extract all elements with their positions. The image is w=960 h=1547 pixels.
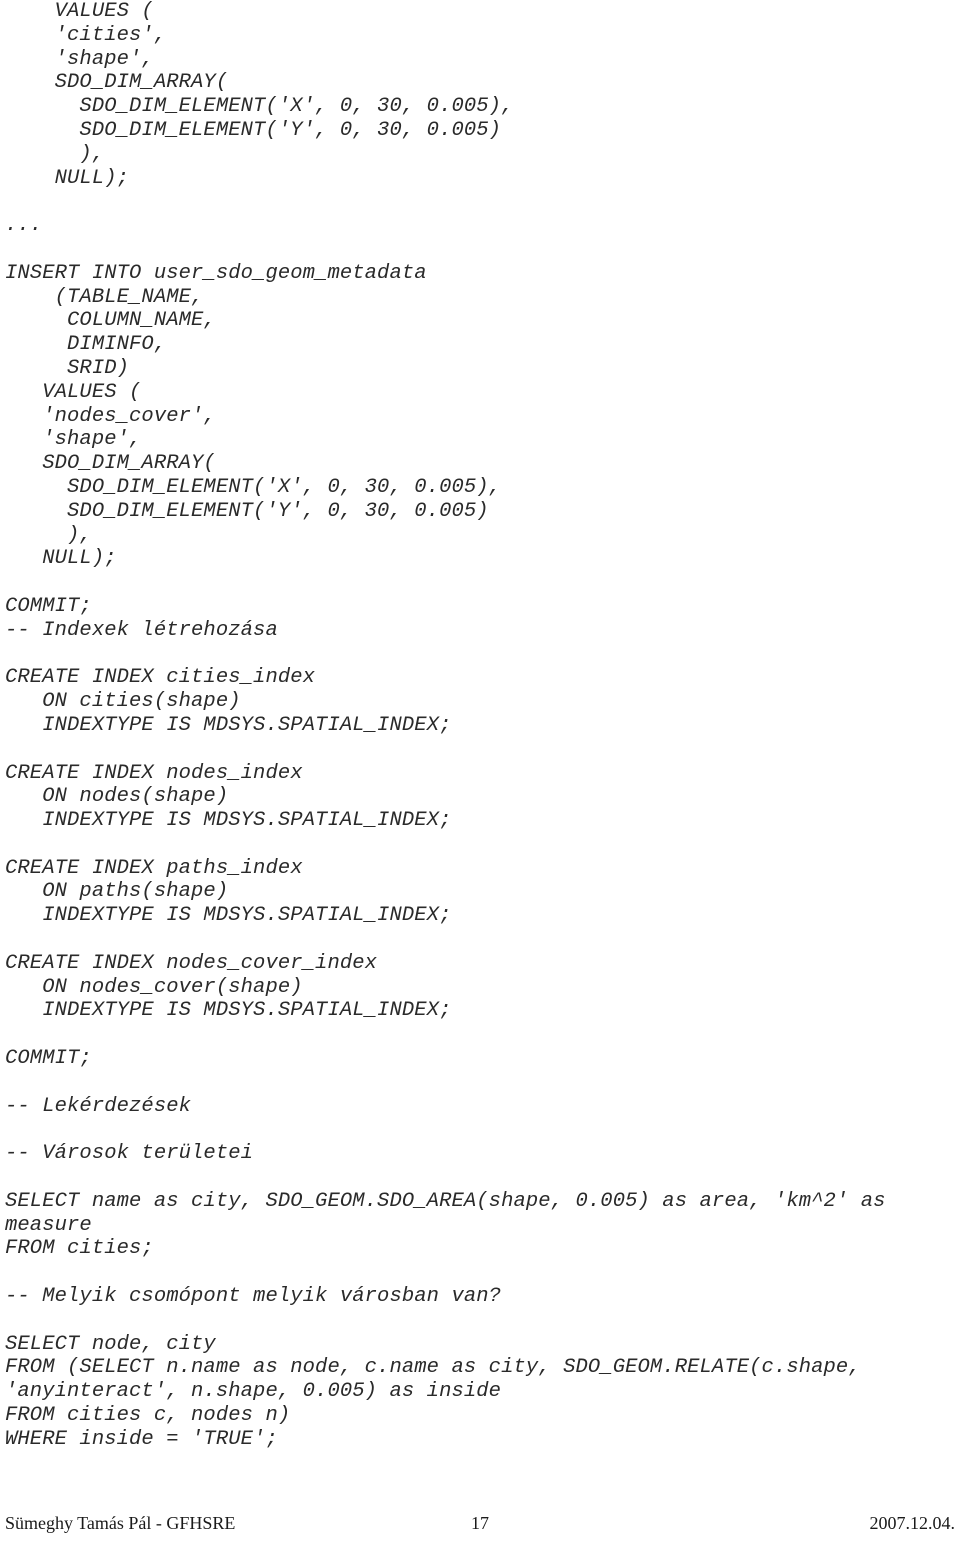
- code-line: NULL);: [5, 166, 130, 190]
- code-line: VALUES (: [5, 380, 142, 404]
- code-line: 'shape',: [5, 47, 154, 71]
- code-line: -- Lekérdezések: [5, 1094, 192, 1118]
- code-line: INSERT INTO user_sdo_geom_metadata: [5, 261, 427, 285]
- code-line: ...: [5, 214, 43, 238]
- code-line: WHERE inside = 'TRUE';: [5, 1427, 278, 1451]
- code-line: 'cities',: [5, 23, 167, 47]
- code-line: SDO_DIM_ARRAY(: [5, 71, 229, 95]
- code-line: -- Melyik csomópont melyik városban van?: [5, 1285, 502, 1309]
- code-line: -- Városok területei: [5, 1142, 254, 1166]
- code-line: CREATE INDEX cities_index: [5, 666, 316, 690]
- code-line: SDO_DIM_ELEMENT('Y', 0, 30, 0.005): [5, 499, 489, 523]
- code-line: CREATE INDEX nodes_cover_index: [5, 951, 378, 975]
- code-line: CREATE INDEX paths_index: [5, 856, 303, 880]
- code-line: FROM cities;: [5, 1237, 154, 1261]
- code-line: INDEXTYPE IS MDSYS.SPATIAL_INDEX;: [5, 809, 452, 833]
- code-line: SRID): [5, 356, 130, 380]
- code-line: ),: [5, 523, 92, 547]
- code-line: SDO_DIM_ARRAY(: [5, 452, 216, 476]
- code-line: ),: [5, 142, 105, 166]
- code-line: FROM cities c, nodes n): [5, 1404, 291, 1428]
- code-line: NULL);: [5, 547, 117, 571]
- code-line: SELECT node, city: [5, 1332, 216, 1356]
- code-line: SELECT name as city, SDO_GEOM.SDO_AREA(s…: [5, 1189, 898, 1237]
- code-line: ON cities(shape): [5, 690, 241, 714]
- code-line: SDO_DIM_ELEMENT('Y', 0, 30, 0.005): [5, 118, 502, 142]
- code-block: VALUES ( 'cities', 'shape', SDO_DIM_ARRA…: [5, 0, 955, 1452]
- code-line: DIMINFO,: [5, 333, 167, 357]
- code-line: CREATE INDEX nodes_index: [5, 761, 303, 785]
- footer-page-number: 17: [471, 1513, 489, 1533]
- code-line: VALUES (: [5, 0, 154, 23]
- code-line: COMMIT;: [5, 594, 92, 618]
- code-line: SDO_DIM_ELEMENT('X', 0, 30, 0.005),: [5, 475, 502, 499]
- document-page: VALUES ( 'cities', 'shape', SDO_DIM_ARRA…: [0, 0, 960, 1547]
- code-line: (TABLE_NAME,: [5, 285, 204, 309]
- code-line: COMMIT;: [5, 1047, 92, 1071]
- code-line: ON paths(shape): [5, 880, 229, 904]
- code-line: ON nodes(shape): [5, 785, 229, 809]
- code-line: ON nodes_cover(shape): [5, 975, 303, 999]
- code-line: -- Indexek létrehozása: [5, 618, 278, 642]
- footer-date: 2007.12.04.: [869, 1513, 956, 1533]
- code-line: SDO_DIM_ELEMENT('X', 0, 30, 0.005),: [5, 95, 514, 119]
- code-line: FROM (SELECT n.name as node, c.name as c…: [5, 1356, 874, 1404]
- code-line: 'nodes_cover',: [5, 404, 216, 428]
- code-line: 'shape',: [5, 428, 142, 452]
- page-footer: Sümeghy Tamás Pál - GFHSRE 17 2007.12.04…: [0, 1505, 960, 1547]
- code-line: COLUMN_NAME,: [5, 309, 216, 333]
- code-line: INDEXTYPE IS MDSYS.SPATIAL_INDEX;: [5, 904, 452, 928]
- code-line: INDEXTYPE IS MDSYS.SPATIAL_INDEX;: [5, 999, 452, 1023]
- code-line: INDEXTYPE IS MDSYS.SPATIAL_INDEX;: [5, 713, 452, 737]
